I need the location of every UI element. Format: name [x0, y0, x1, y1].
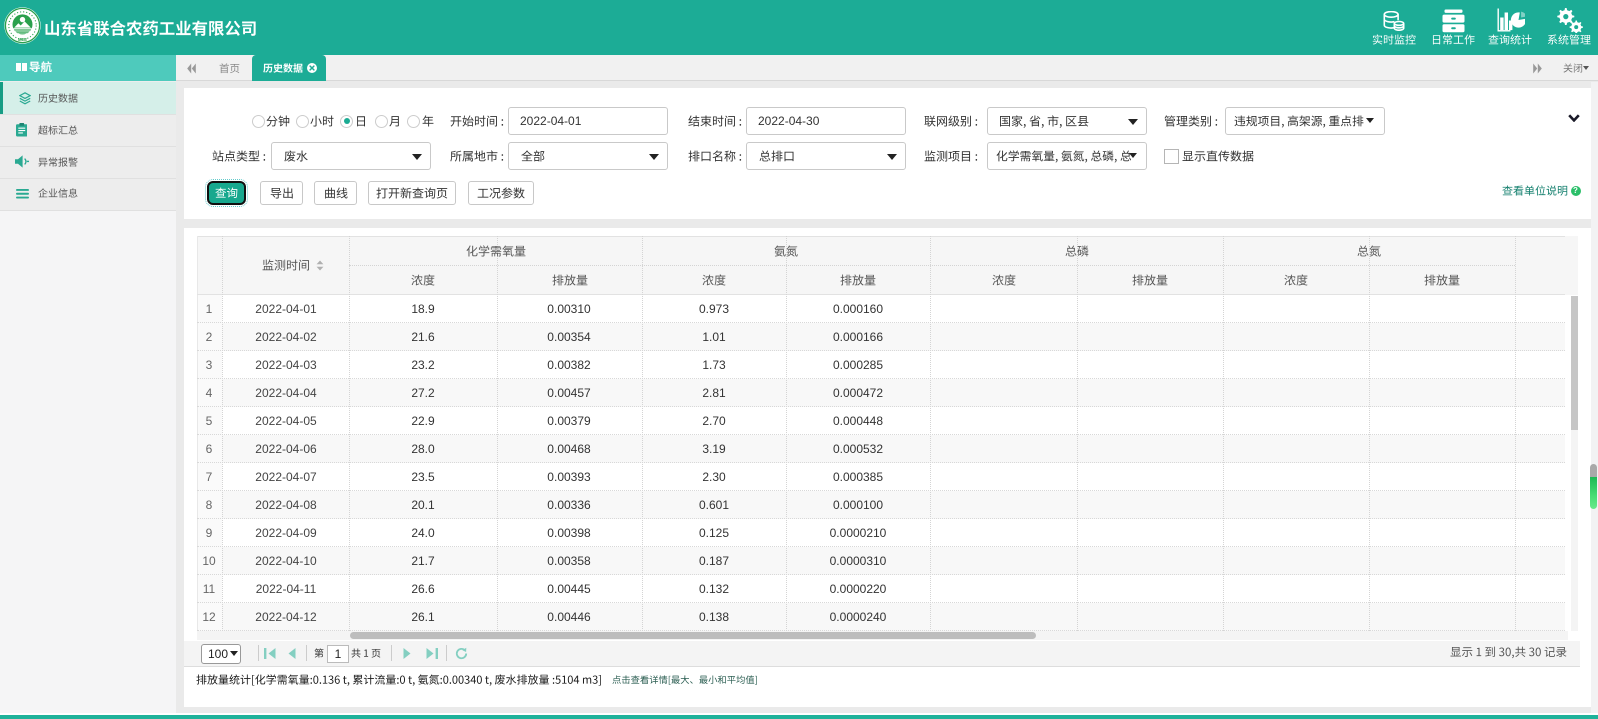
svg-text:MEE: MEE	[18, 37, 27, 42]
